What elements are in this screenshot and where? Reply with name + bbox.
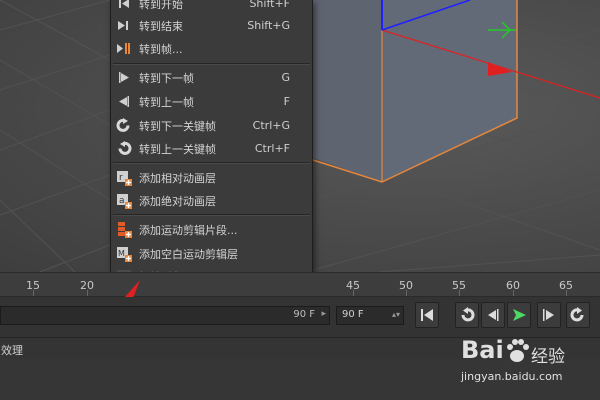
ruler-tick bbox=[353, 290, 354, 296]
baidu-jingyan-watermark: Bai 经验 jingyan.baidu.com bbox=[455, 330, 595, 390]
ruler-tick bbox=[406, 290, 407, 296]
ruler-tick bbox=[513, 290, 514, 296]
fps-value: 90 F bbox=[342, 309, 364, 320]
next-keyframe-icon bbox=[116, 118, 130, 132]
ruler-tick bbox=[33, 290, 34, 296]
play-button[interactable] bbox=[507, 302, 531, 328]
spinner-arrows-icon[interactable]: ▴▾ bbox=[392, 310, 400, 319]
menu-item-goto-end[interactable]: 转到结束 Shift+G bbox=[111, 14, 312, 37]
prev-keyframe-icon bbox=[118, 141, 132, 155]
prev-keyframe-button[interactable] bbox=[455, 302, 479, 328]
field-arrow-icon[interactable]: ▸ bbox=[321, 309, 326, 319]
menu-separator bbox=[113, 214, 310, 216]
relative-layer-icon: r bbox=[117, 171, 132, 186]
menu-item-label: 转到上一关键帧 bbox=[139, 142, 216, 156]
prev-frame-icon bbox=[119, 96, 129, 107]
menu-item-add-motion-clip[interactable]: 添加运动剪辑片段... bbox=[111, 218, 312, 241]
svg-text:r: r bbox=[119, 173, 123, 183]
menu-item-shortcut: Shift+G bbox=[247, 19, 290, 32]
svg-text:a: a bbox=[119, 196, 125, 206]
goto-end-icon bbox=[118, 21, 128, 30]
menu-separator bbox=[113, 162, 310, 164]
next-keyframe-button[interactable] bbox=[566, 302, 590, 328]
prev-keyframe-icon bbox=[461, 307, 475, 322]
ruler-tick bbox=[87, 290, 88, 296]
ruler-tick bbox=[566, 290, 567, 296]
menu-item-next-keyframe[interactable]: 转到下一关键帧 Ctrl+G bbox=[111, 114, 312, 137]
status-text: 效理 bbox=[1, 344, 23, 357]
menu-item-label: 转到下一帧 bbox=[139, 71, 194, 85]
goto-start-icon bbox=[119, 0, 129, 8]
menu-item-add-absolute-layer[interactable]: a 添加绝对动画层 bbox=[111, 189, 312, 212]
next-frame-button[interactable] bbox=[537, 302, 561, 328]
goto-start-icon bbox=[421, 309, 433, 321]
watermark-brand: Bai bbox=[461, 336, 504, 364]
menu-item-label: 添加绝对动画层 bbox=[139, 194, 216, 208]
menu-item-prev-keyframe[interactable]: 转到上一关键帧 Ctrl+F bbox=[111, 137, 312, 160]
absolute-layer-icon: a bbox=[117, 194, 132, 209]
menu-item-shortcut: G bbox=[281, 71, 290, 84]
motion-clip-icon bbox=[118, 222, 132, 238]
next-keyframe-icon bbox=[570, 307, 584, 322]
menu-item-label: 添加相对动画层 bbox=[139, 171, 216, 185]
fps-field[interactable]: 90 F ▴▾ bbox=[336, 306, 404, 325]
menu-item-next-frame[interactable]: 转到下一帧 G bbox=[111, 66, 312, 89]
menu-item-prev-frame[interactable]: 转到上一帧 F bbox=[111, 90, 312, 113]
next-frame-icon bbox=[119, 72, 129, 83]
menu-item-shortcut: Ctrl+F bbox=[254, 142, 290, 155]
ruler-tick bbox=[459, 290, 460, 296]
play-icon bbox=[513, 309, 526, 321]
end-frame-value: 90 F bbox=[293, 309, 315, 320]
menu-item-label: 转到下一关键帧 bbox=[139, 119, 216, 133]
timeline-ruler[interactable]: 15 20 45 50 55 60 65 bbox=[0, 272, 600, 297]
empty-motion-layer-icon: M bbox=[117, 247, 132, 262]
svg-text:M: M bbox=[118, 249, 125, 258]
goto-start-button[interactable] bbox=[415, 302, 439, 328]
menu-item-label: 添加运动剪辑片段... bbox=[139, 223, 238, 237]
menu-item-label: 转到开始 bbox=[139, 0, 183, 11]
animation-context-menu: 转到开始 Shift+F 转到结束 Shift+G 转到帧... 转到下一帧 G… bbox=[110, 0, 313, 290]
prev-frame-icon bbox=[488, 309, 499, 321]
menu-item-label: 转到结束 bbox=[139, 19, 183, 33]
menu-item-shortcut: Shift+F bbox=[249, 0, 290, 10]
cube-object[interactable] bbox=[312, 0, 518, 183]
menu-item-label: 转到上一帧 bbox=[139, 95, 194, 109]
menu-item-add-relative-layer[interactable]: r 添加相对动画层 bbox=[111, 166, 312, 189]
goto-frame-icon bbox=[117, 43, 130, 54]
menu-item-shortcut: F bbox=[283, 95, 290, 108]
menu-item-goto-frame[interactable]: 转到帧... bbox=[111, 37, 312, 60]
menu-item-label: 转到帧... bbox=[139, 42, 183, 56]
paw-icon bbox=[507, 339, 529, 362]
watermark-url: jingyan.baidu.com bbox=[461, 370, 563, 383]
menu-item-label: 添加空白运动剪辑层 bbox=[139, 247, 238, 261]
menu-item-shortcut: Ctrl+G bbox=[252, 119, 290, 132]
menu-item-goto-start[interactable]: 转到开始 Shift+F bbox=[111, 0, 312, 15]
end-frame-field[interactable]: 90 F ▸ bbox=[0, 306, 330, 325]
menu-item-add-empty-motion-layer[interactable]: M 添加空白运动剪辑层 bbox=[111, 242, 312, 265]
prev-frame-button[interactable] bbox=[481, 302, 505, 328]
menu-separator bbox=[113, 63, 310, 65]
watermark-suffix: 经验 bbox=[531, 347, 565, 367]
next-frame-icon bbox=[543, 309, 554, 321]
